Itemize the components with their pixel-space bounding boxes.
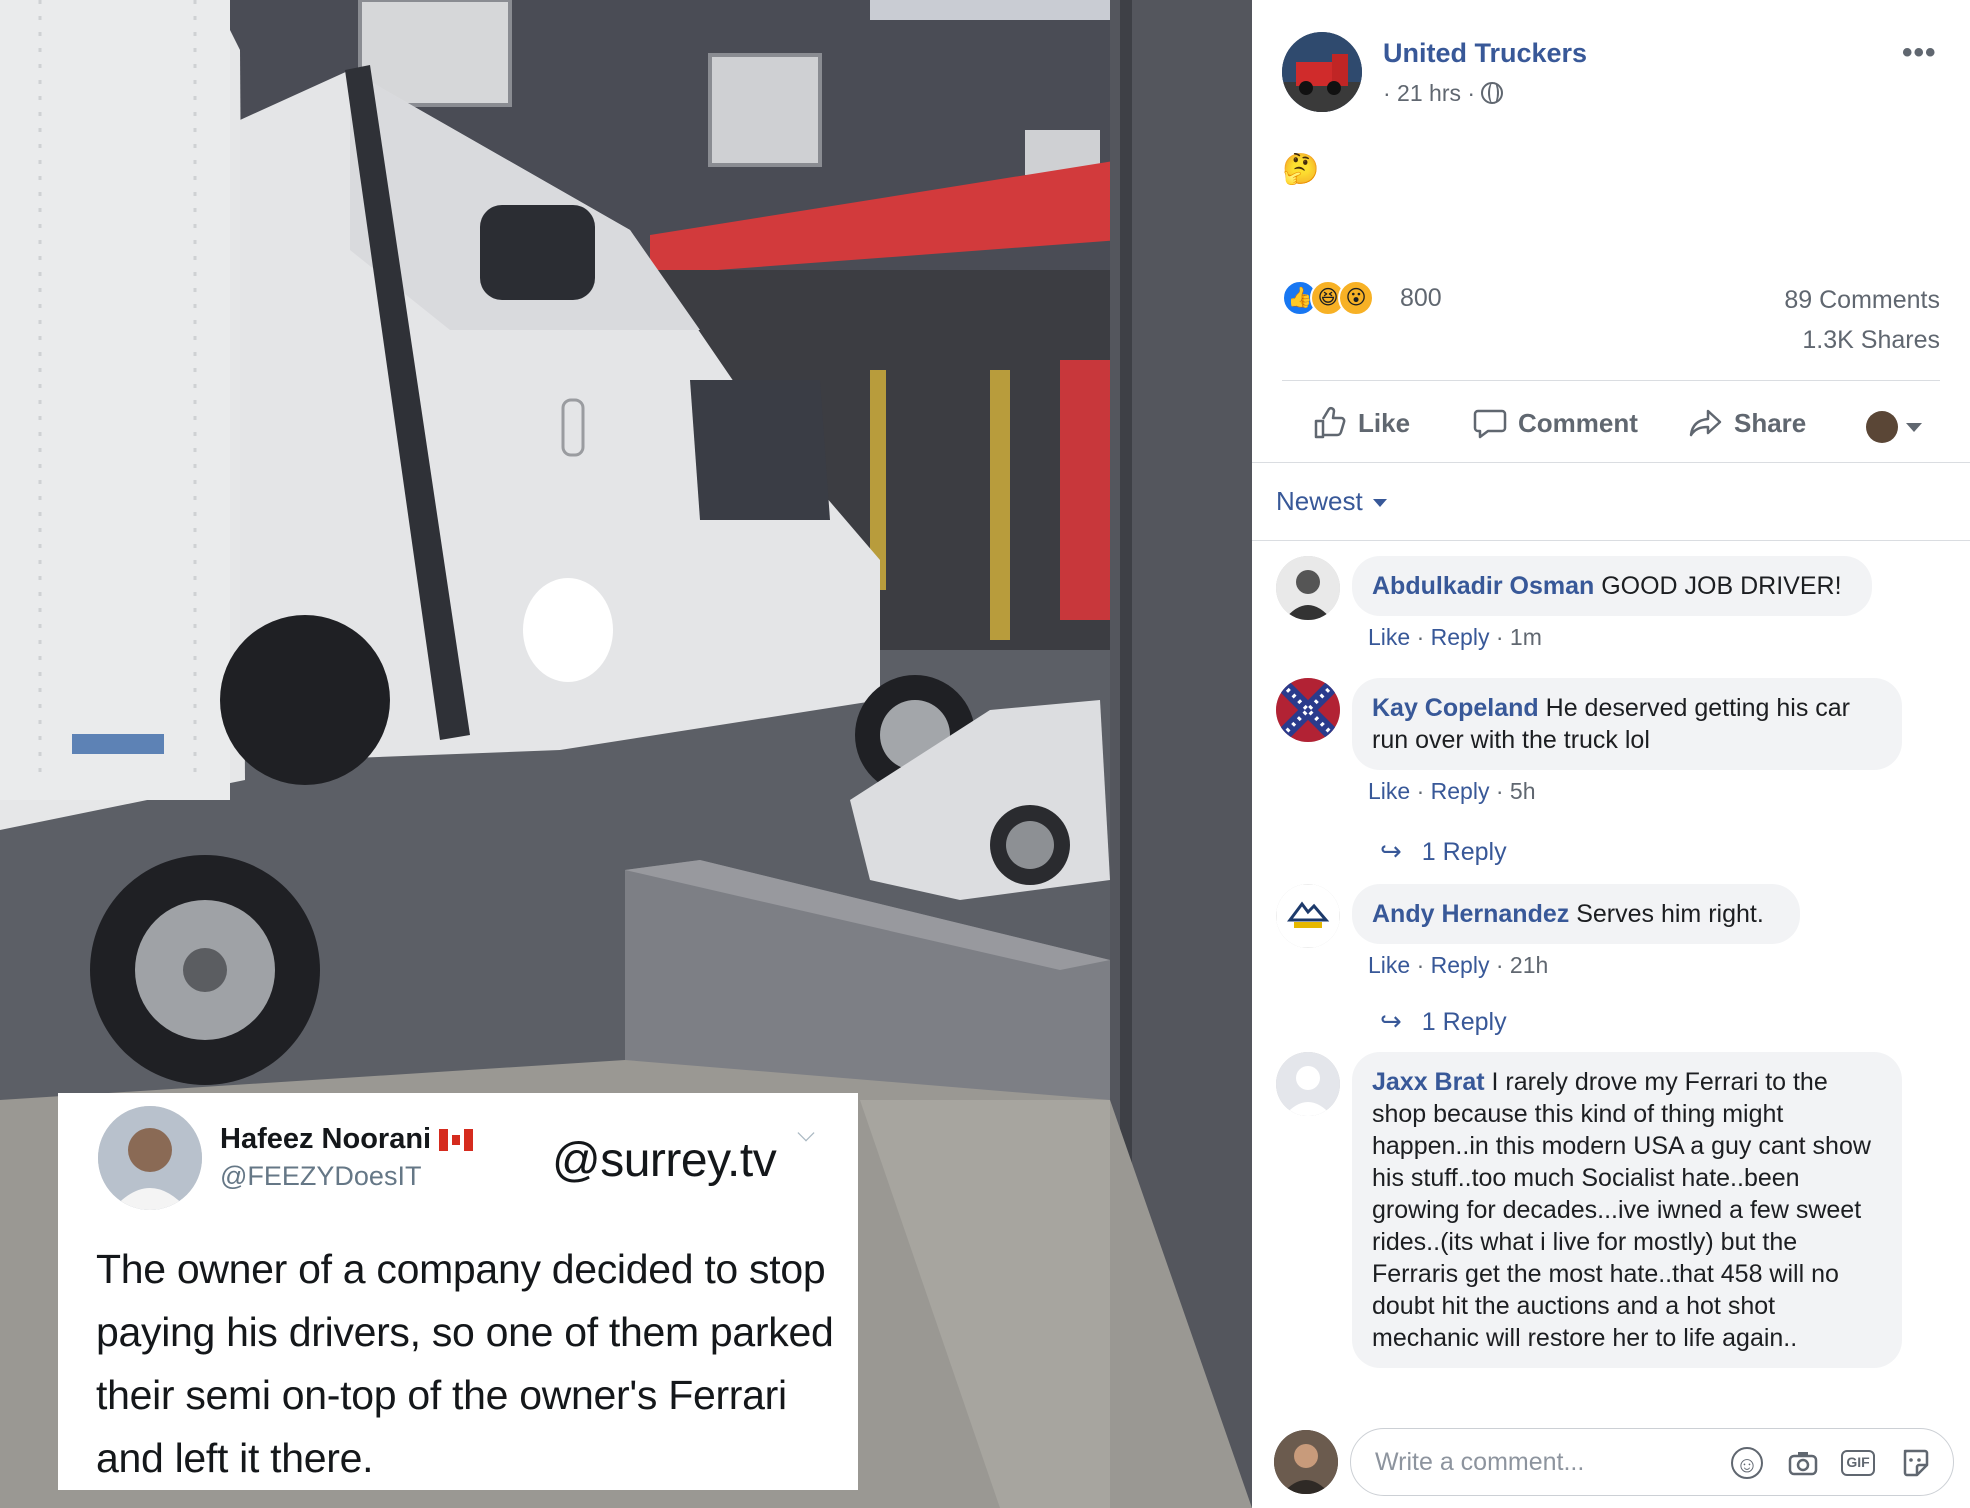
comment-composer: Write a comment... ☺ GIF bbox=[1252, 1420, 1970, 1508]
comment-count-link[interactable]: 89 Comments bbox=[1784, 286, 1940, 315]
caret-down-icon bbox=[1906, 422, 1922, 432]
reaction-count[interactable]: 800 bbox=[1400, 284, 1442, 313]
comment-sort-dropdown[interactable]: Newest bbox=[1276, 486, 1387, 517]
comment-bubble: Abdulkadir Osman GOOD JOB DRIVER! bbox=[1352, 556, 1872, 616]
comment-author-link[interactable]: Jaxx Brat bbox=[1372, 1068, 1485, 1096]
commenter-avatar[interactable] bbox=[1276, 678, 1340, 742]
tweet-avatar bbox=[98, 1106, 202, 1210]
comment-actions: Like · Reply · 21h bbox=[1368, 952, 1549, 978]
user-avatar bbox=[1866, 411, 1898, 444]
comment-reply-link[interactable]: Reply bbox=[1431, 624, 1490, 650]
wow-reaction-icon: 😮 bbox=[1338, 280, 1374, 316]
comment-like-link[interactable]: Like bbox=[1368, 778, 1410, 804]
post-as-selector[interactable] bbox=[1866, 404, 1922, 446]
camera-icon[interactable] bbox=[1787, 1447, 1819, 1479]
comment-time[interactable]: 1m bbox=[1510, 624, 1542, 650]
comment-text: Serves him right. bbox=[1576, 900, 1764, 928]
comment-bubble: Andy Hernandez Serves him right. bbox=[1352, 884, 1800, 944]
divider bbox=[1282, 380, 1940, 381]
canada-flag-icon bbox=[439, 1129, 474, 1152]
comment-actions: Like · Reply · 5h bbox=[1368, 778, 1536, 804]
comment-author-link[interactable]: Abdulkadir Osman bbox=[1372, 572, 1594, 600]
reply-arrow-icon: ↪ bbox=[1380, 836, 1402, 866]
tweet-author-handle: @FEEZYDoesIT bbox=[220, 1161, 422, 1191]
comment-like-link[interactable]: Like bbox=[1368, 952, 1410, 978]
like-button[interactable]: Like bbox=[1312, 402, 1410, 444]
comment-time[interactable]: 21h bbox=[1510, 952, 1548, 978]
view-replies-link[interactable]: ↪ 1 Reply bbox=[1380, 836, 1507, 867]
divider bbox=[1252, 462, 1970, 463]
thumbs-up-icon bbox=[1314, 407, 1346, 439]
tweet-author-name: Hafeez Noorani bbox=[220, 1123, 474, 1156]
commenter-avatar[interactable] bbox=[1276, 556, 1340, 620]
commenter-avatar[interactable] bbox=[1276, 884, 1340, 948]
more-options-button[interactable]: ••• bbox=[1902, 36, 1937, 70]
page-avatar[interactable] bbox=[1282, 32, 1362, 112]
comment-input-placeholder: Write a comment... bbox=[1375, 1448, 1585, 1476]
comment-reply-link[interactable]: Reply bbox=[1431, 778, 1490, 804]
post-photo[interactable]: Hafeez Noorani @FEEZYDoesIT @surrey.tv T… bbox=[0, 0, 1252, 1508]
post-timestamp[interactable]: · 21 hrs · bbox=[1383, 80, 1504, 107]
comment-text: GOOD JOB DRIVER! bbox=[1601, 572, 1842, 600]
comment-reply-link[interactable]: Reply bbox=[1431, 952, 1490, 978]
comment-author-link[interactable]: Kay Copeland bbox=[1372, 694, 1539, 722]
comment-input[interactable]: Write a comment... ☺ GIF bbox=[1350, 1428, 1954, 1496]
comment-button[interactable]: Comment bbox=[1472, 402, 1638, 444]
commenter-avatar[interactable] bbox=[1276, 1052, 1340, 1116]
comment-actions: Like · Reply · 1m bbox=[1368, 624, 1542, 650]
reaction-icons[interactable]: 👍 😆 😮 bbox=[1282, 280, 1392, 316]
emoji-icon[interactable]: ☺ bbox=[1731, 1447, 1763, 1479]
globe-icon bbox=[1481, 82, 1504, 104]
page-name-link[interactable]: United Truckers bbox=[1383, 38, 1587, 69]
caret-down-icon bbox=[1372, 499, 1387, 508]
comment-bubble: Jaxx Brat I rarely drove my Ferrari to t… bbox=[1352, 1052, 1902, 1368]
user-avatar bbox=[1274, 1430, 1338, 1494]
share-count-link[interactable]: 1.3K Shares bbox=[1802, 326, 1940, 355]
comment-like-link[interactable]: Like bbox=[1368, 624, 1410, 650]
chevron-down-icon bbox=[797, 1124, 815, 1142]
comment-bubble: Kay Copeland He deserved getting his car… bbox=[1352, 678, 1902, 770]
tweet-screenshot: Hafeez Noorani @FEEZYDoesIT @surrey.tv T… bbox=[58, 1093, 858, 1490]
divider bbox=[1252, 540, 1970, 541]
post-side-panel: United Truckers · 21 hrs · ••• 🤔 👍 😆 😮 8… bbox=[1252, 0, 1970, 1508]
comment-text: I rarely drove my Ferrari to the shop be… bbox=[1372, 1068, 1871, 1352]
tweet-text: The owner of a company decided to stop p… bbox=[96, 1246, 834, 1481]
comment-bubble-icon bbox=[1473, 409, 1507, 439]
post-text: 🤔 bbox=[1282, 153, 1320, 186]
comment-author-link[interactable]: Andy Hernandez bbox=[1372, 900, 1569, 928]
tweet-source-watermark: @surrey.tv bbox=[552, 1134, 777, 1187]
view-replies-link[interactable]: ↪ 1 Reply bbox=[1380, 1006, 1507, 1037]
reply-arrow-icon: ↪ bbox=[1380, 1006, 1402, 1036]
share-arrow-icon bbox=[1689, 409, 1722, 437]
gif-icon[interactable]: GIF bbox=[1841, 1450, 1875, 1476]
comment-time[interactable]: 5h bbox=[1510, 778, 1536, 804]
sticker-icon[interactable] bbox=[1899, 1447, 1931, 1479]
share-button[interactable]: Share bbox=[1688, 402, 1806, 444]
